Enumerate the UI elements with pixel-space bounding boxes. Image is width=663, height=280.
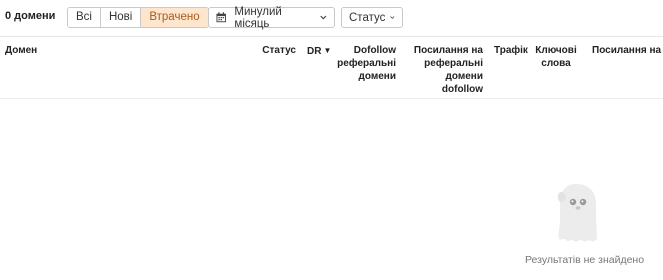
column-traffic[interactable]: Трафік: [494, 44, 528, 57]
column-label-line: домени: [445, 71, 483, 82]
tab-all[interactable]: Всі: [68, 8, 101, 27]
chevron-down-icon: [320, 15, 327, 20]
column-dr[interactable]: DR ▼: [307, 44, 331, 58]
toolbar: 0 домени Всі Нові Втрачено Минулий місяц…: [0, 0, 663, 36]
calendar-icon: [216, 12, 226, 23]
column-label-line: реферальні: [424, 58, 483, 69]
column-dofollow-referring-domains[interactable]: Dofollow реферальні домени: [330, 44, 396, 83]
empty-state: Результатів не знайдено: [520, 178, 663, 274]
date-range-dropdown[interactable]: Минулий місяць: [208, 5, 335, 30]
column-label-line: Ключові: [535, 45, 577, 56]
domain-count: 0 домени: [5, 10, 56, 22]
tab-new[interactable]: Нові: [100, 8, 142, 27]
column-label-line: слова: [541, 58, 571, 69]
date-range-label: Минулий місяць: [234, 5, 282, 30]
column-label-line: домени: [358, 71, 396, 82]
column-domain[interactable]: Домен: [5, 44, 37, 57]
column-dr-label: DR: [307, 46, 322, 57]
column-keywords[interactable]: Ключові слова: [532, 44, 580, 70]
filter-tabs: Всі Нові Втрачено: [67, 7, 209, 28]
status-dropdown[interactable]: Статус: [341, 7, 403, 28]
tab-lost[interactable]: Втрачено: [141, 8, 208, 27]
chevron-down-icon: [390, 16, 395, 19]
column-label-line: реферальні: [337, 58, 396, 69]
column-label-line: Dofollow: [353, 45, 396, 56]
column-label-line: Посилання на: [413, 45, 483, 56]
status-dropdown-label: Статус: [349, 11, 386, 24]
column-label-line: dofollow: [441, 84, 483, 95]
column-links-to-referring-domains-dofollow[interactable]: Посилання на реферальні домени dofollow: [405, 44, 483, 96]
ghost-illustration: [557, 184, 597, 242]
column-status[interactable]: Статус: [258, 44, 296, 57]
table-header: Домен Статус DR ▼ Dofollow реферальні дом…: [0, 36, 663, 99]
empty-state-message: Результатів не знайдено: [525, 254, 645, 266]
column-links[interactable]: Посилання на: [592, 44, 661, 57]
